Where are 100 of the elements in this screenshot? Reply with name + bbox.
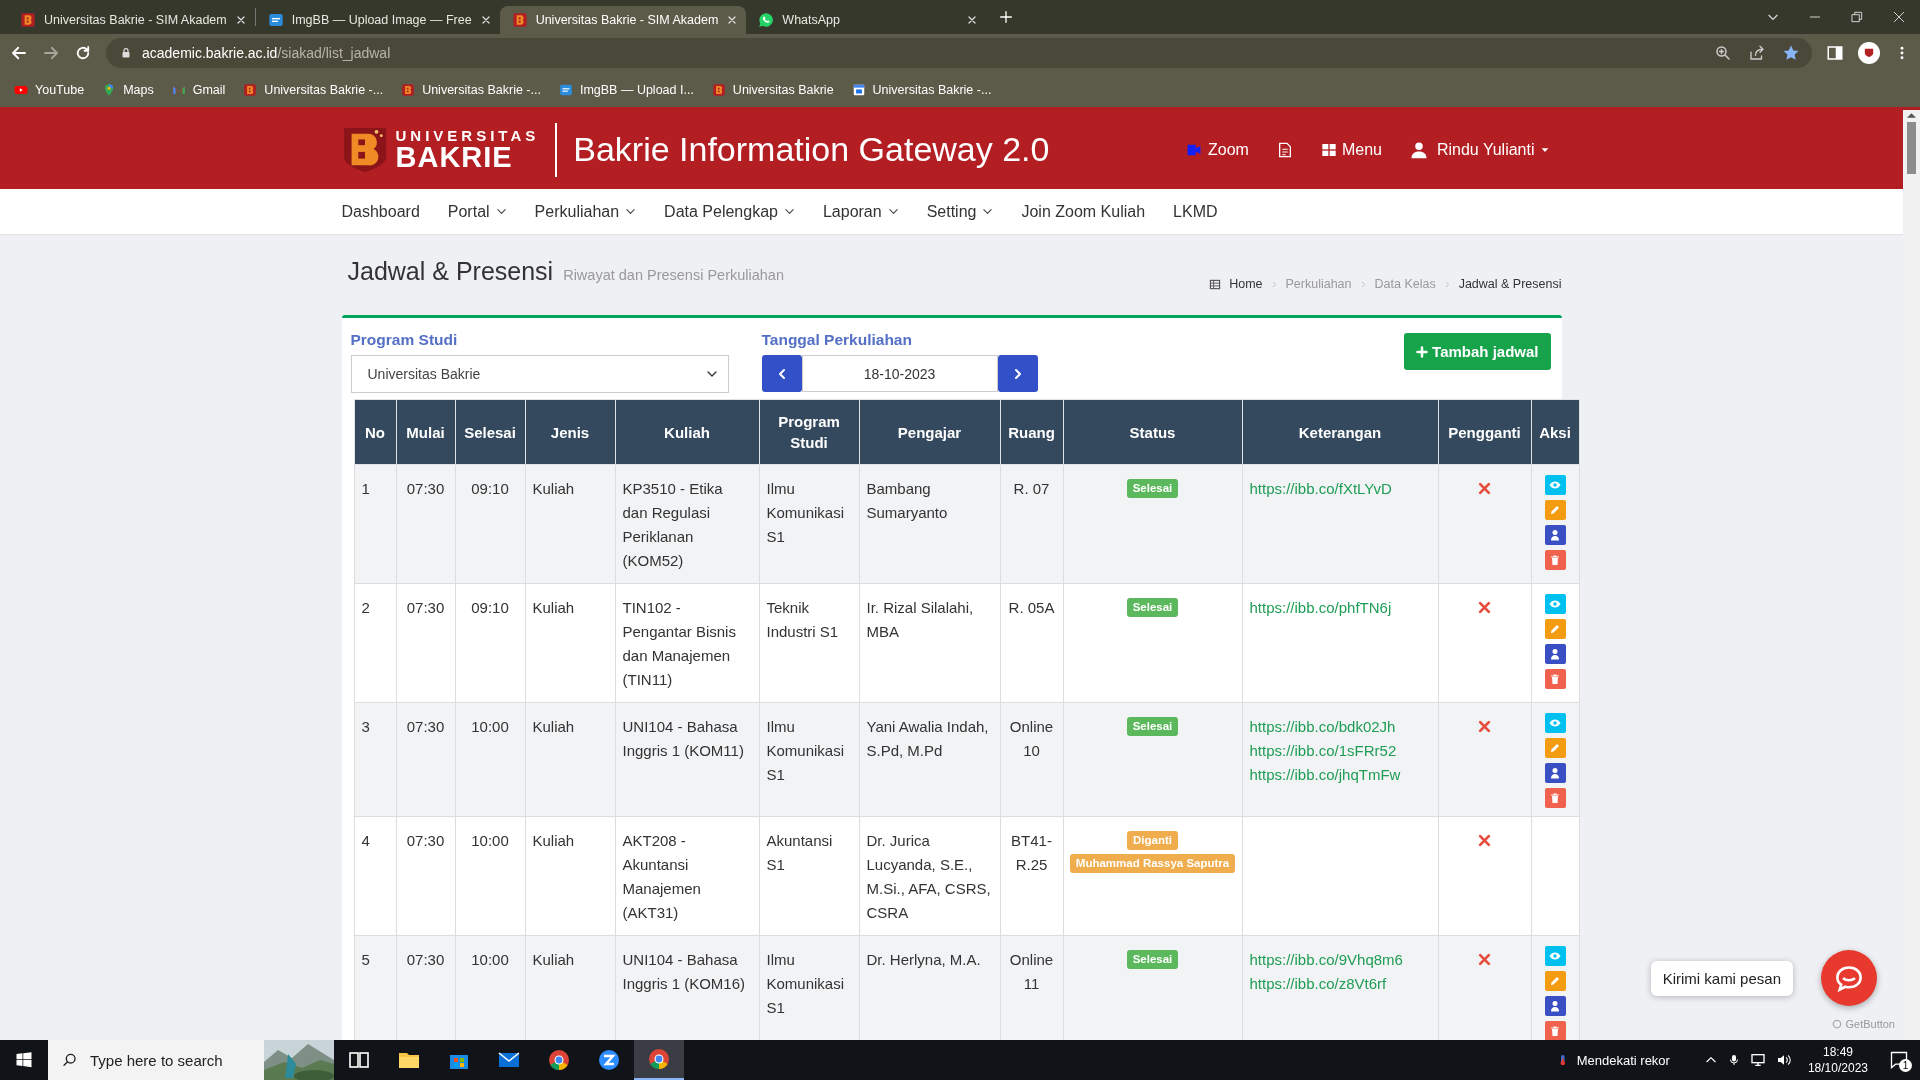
user-menu[interactable]: Rindu Yulianti: [1409, 140, 1550, 159]
table-cell: 09:10: [455, 583, 525, 703]
chevron-right-icon: [1270, 279, 1278, 289]
plus-icon: [1416, 345, 1429, 358]
bookmark[interactable]: Universitas Bakrie -...: [851, 82, 992, 97]
table-cell: 07:30: [396, 464, 455, 584]
bookmark[interactable]: YouTube: [14, 82, 85, 97]
logo-icon: [558, 82, 573, 97]
date-field[interactable]: 18-10-2023: [801, 355, 998, 392]
arrow-up-icon[interactable]: [1907, 112, 1916, 118]
browser-tab[interactable]: WhatsApp: [746, 6, 987, 34]
clock[interactable]: 18:49 18/10/2023: [1807, 1044, 1868, 1076]
table-cell: AKT208 - Akuntansi Manajemen (AKT31): [615, 816, 759, 936]
program-select[interactable]: Universitas Bakrie: [350, 355, 729, 393]
nav-item[interactable]: Laporan: [822, 202, 899, 221]
bookmark[interactable]: Gmail: [171, 82, 226, 97]
table-cell: 10:00: [455, 816, 525, 936]
forward-icon[interactable]: [42, 44, 60, 62]
zoom-in-icon[interactable]: [1714, 44, 1732, 62]
nav-item[interactable]: Portal: [447, 202, 507, 221]
nav-item[interactable]: LKMD: [1173, 202, 1218, 221]
breadcrumb-item[interactable]: Home: [1229, 277, 1263, 291]
nav-item[interactable]: Data Pelengkap: [664, 202, 795, 221]
trash-button[interactable]: [1544, 669, 1566, 689]
logo-text: BAKRIE: [395, 142, 513, 172]
column-header: Mulai: [396, 399, 455, 465]
browser-tab[interactable]: Universitas Bakrie - SIM Akadem: [8, 6, 255, 34]
address-bar[interactable]: academic.bakrie.ac.id/siakad/list_jadwal: [106, 38, 1812, 68]
reload-icon[interactable]: [74, 44, 92, 62]
chevron-right-icon: [1359, 279, 1367, 289]
back-icon[interactable]: [10, 44, 28, 62]
table-cell: 07:30: [396, 583, 455, 703]
table-cell: Ir. Rizal Silalahi, MBA: [859, 583, 1000, 703]
link[interactable]: https://ibb.co/phfTN6j: [1249, 596, 1431, 620]
table-cell: Yani Awalia Indah, S.Pd, M.Pd: [859, 702, 1000, 817]
browser-tab[interactable]: ImgBB — Upload Image — Free: [255, 6, 500, 34]
eye-icon: [1549, 717, 1561, 729]
restore-icon[interactable]: [1850, 10, 1864, 24]
pencil-icon: [1549, 504, 1561, 516]
close-icon[interactable]: [1892, 10, 1906, 24]
table-cell: 07:30: [396, 816, 455, 936]
table-cell: Online 10: [1000, 702, 1063, 817]
browser-tab[interactable]: Universitas Bakrie - SIM Akadem: [499, 6, 747, 34]
microphone-icon[interactable]: [1727, 1052, 1740, 1068]
bookmark[interactable]: Universitas Bakrie -...: [243, 82, 384, 97]
video-call-icon[interactable]: [597, 1048, 621, 1072]
status-badge: Diganti: [1127, 831, 1178, 850]
table-icon: [1209, 278, 1222, 290]
table-cell: R. 05A: [1000, 583, 1063, 703]
bookmark[interactable]: Universitas Bakrie: [711, 82, 834, 97]
nav-item[interactable]: Setting: [926, 202, 994, 221]
speaker-icon[interactable]: [1775, 1052, 1792, 1068]
user-button[interactable]: [1544, 996, 1566, 1016]
user-button[interactable]: [1544, 525, 1566, 545]
table-cell: Ilmu Komunikasi S1: [759, 935, 859, 1040]
trash-button[interactable]: [1544, 788, 1566, 808]
browser-icon[interactable]: [547, 1048, 571, 1072]
next-date-button[interactable]: [997, 355, 1038, 392]
logo-icon: [401, 82, 416, 97]
user-button[interactable]: [1544, 644, 1566, 664]
logo-icon: [243, 82, 258, 97]
table-cell: Kuliah: [525, 816, 615, 936]
nav-item[interactable]: Dashboard: [341, 202, 420, 221]
profile-avatar[interactable]: [1858, 42, 1880, 64]
search-field[interactable]: Type here to search: [48, 1040, 334, 1080]
column-header: Selesai: [455, 399, 525, 465]
nav-item[interactable]: Join Zoom Kuliah: [1021, 202, 1146, 221]
nav-item[interactable]: Perkuliahan: [534, 202, 637, 221]
new-tab-icon[interactable]: [998, 9, 1015, 25]
table-cell: TIN102 - Pengantar Bisnis dan Manajemen (TIN11): [615, 583, 759, 703]
table-cell: Dr. Jurica Lucyanda, S.E., M.Si., AFA, CSRS, CSRA: [859, 816, 1000, 936]
zoom-link[interactable]: Zoom: [1185, 140, 1249, 159]
previous-date-button[interactable]: [761, 355, 802, 392]
bookmark[interactable]: ImgBB — Upload I...: [558, 82, 694, 97]
chevron-down-icon: [982, 206, 994, 217]
logo-icon: [267, 12, 284, 28]
table-cell: 07:30: [396, 935, 455, 1040]
bookmark[interactable]: Maps: [102, 82, 154, 97]
bookmark-star-icon[interactable]: [1782, 44, 1800, 62]
table-cell: 1: [354, 464, 396, 584]
field-label: Tanggal Perkuliahan: [761, 331, 913, 349]
sidebar-icon[interactable]: [1826, 44, 1844, 62]
share-icon[interactable]: [1748, 44, 1766, 62]
windows-icon[interactable]: [15, 1051, 33, 1069]
column-header: Jenis: [525, 399, 615, 465]
notification-icon[interactable]: [1889, 1050, 1909, 1070]
column-header: Program Studi: [759, 399, 859, 465]
user-button[interactable]: [1544, 763, 1566, 783]
scrollbar-thumb[interactable]: [1907, 122, 1916, 174]
trash-button[interactable]: [1544, 550, 1566, 570]
chat-bubble: Kirimi kami pesan: [1650, 960, 1793, 996]
network-icon[interactable]: [1749, 1052, 1766, 1068]
trash-button[interactable]: [1544, 1021, 1566, 1040]
bookmark[interactable]: Universitas Bakrie -...: [401, 82, 541, 97]
menu-link[interactable]: Menu: [1320, 140, 1382, 159]
column-header: Ruang: [1000, 399, 1063, 465]
page-subtitle: Riwayat dan Presensi Perkuliahan: [563, 267, 784, 283]
search-icon: [62, 1052, 78, 1068]
weather-text[interactable]: Mendekati rekor: [1576, 1052, 1670, 1068]
browser-icon[interactable]: [647, 1047, 671, 1071]
